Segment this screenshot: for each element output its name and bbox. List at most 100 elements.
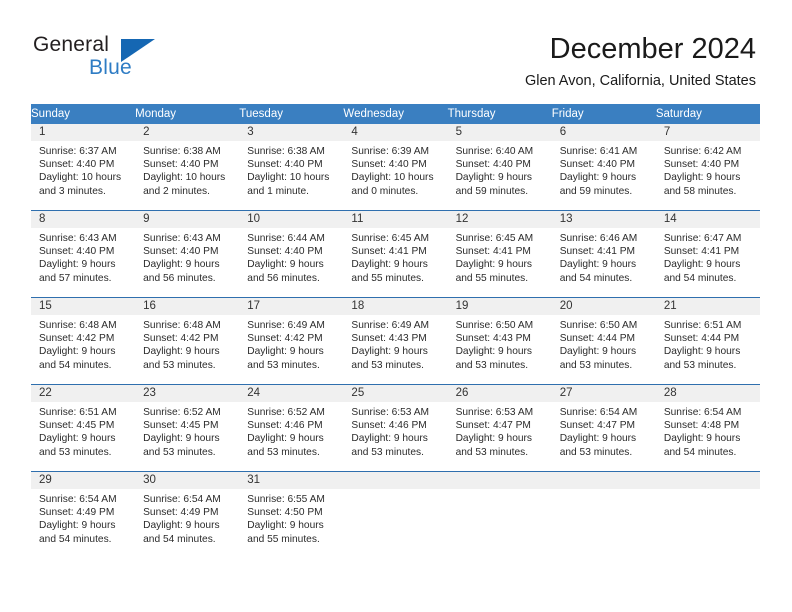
sunset-text: Sunset: 4:49 PM bbox=[143, 507, 219, 519]
day-cell[interactable]: 28 Sunrise: 6:54 AM Sunset: 4:48 PM Dayl… bbox=[655, 384, 760, 472]
day-cell[interactable]: 10 Sunrise: 6:44 AM Sunset: 4:40 PM Dayl… bbox=[239, 210, 344, 298]
daylight-text-line2: and 58 minutes. bbox=[663, 185, 737, 197]
day-cell[interactable]: 23 Sunrise: 6:52 AM Sunset: 4:45 PM Dayl… bbox=[135, 384, 240, 472]
day-cell[interactable]: 18 Sunrise: 6:49 AM Sunset: 4:43 PM Dayl… bbox=[343, 297, 448, 385]
day-cell[interactable]: 7 Sunrise: 6:42 AM Sunset: 4:40 PM Dayli… bbox=[655, 124, 760, 211]
day-cell[interactable]: 2 Sunrise: 6:38 AM Sunset: 4:40 PM Dayli… bbox=[135, 124, 240, 211]
week-row: 29 Sunrise: 6:54 AM Sunset: 4:49 PM Dayl… bbox=[31, 471, 760, 558]
day-cell[interactable]: 29 Sunrise: 6:54 AM Sunset: 4:49 PM Dayl… bbox=[31, 471, 136, 558]
sunset-text: Sunset: 4:40 PM bbox=[143, 246, 219, 258]
day-details: Sunrise: 6:54 AM Sunset: 4:47 PM Dayligh… bbox=[552, 402, 656, 459]
daylight-text-line2: and 53 minutes. bbox=[351, 446, 424, 458]
sunrise-text: Sunrise: 6:43 AM bbox=[39, 233, 117, 244]
sunrise-text: Sunrise: 6:42 AM bbox=[663, 146, 742, 157]
day-details: Sunrise: 6:50 AM Sunset: 4:43 PM Dayligh… bbox=[448, 315, 552, 372]
day-cell[interactable]: 24 Sunrise: 6:52 AM Sunset: 4:46 PM Dayl… bbox=[239, 384, 344, 472]
sunrise-text: Sunrise: 6:46 AM bbox=[559, 233, 638, 244]
daylight-text-line2: and 53 minutes. bbox=[143, 359, 216, 371]
page-subtitle: Glen Avon, California, United States bbox=[524, 73, 756, 89]
calendar-body: 1 Sunrise: 6:37 AM Sunset: 4:40 PM Dayli… bbox=[31, 124, 760, 558]
day-cell[interactable]: 11 Sunrise: 6:45 AM Sunset: 4:41 PM Dayl… bbox=[343, 210, 448, 298]
sunset-text: Sunset: 4:46 PM bbox=[247, 420, 323, 432]
day-cell[interactable]: 8 Sunrise: 6:43 AM Sunset: 4:40 PM Dayli… bbox=[31, 210, 136, 298]
day-cell[interactable]: 13 Sunrise: 6:46 AM Sunset: 4:41 PM Dayl… bbox=[551, 210, 656, 298]
day-number: 24 bbox=[239, 385, 344, 402]
daylight-text-line2: and 54 minutes. bbox=[663, 272, 737, 284]
sunset-text: Sunset: 4:49 PM bbox=[39, 507, 115, 519]
day-cell[interactable]: 26 Sunrise: 6:53 AM Sunset: 4:47 PM Dayl… bbox=[447, 384, 552, 472]
daylight-text-line2: and 53 minutes. bbox=[559, 446, 633, 458]
daylight-text-line2: and 1 minute. bbox=[247, 185, 310, 197]
sunset-text: Sunset: 4:41 PM bbox=[559, 246, 636, 258]
day-cell[interactable]: 15 Sunrise: 6:48 AM Sunset: 4:42 PM Dayl… bbox=[31, 297, 136, 385]
day-number: 28 bbox=[655, 385, 760, 402]
day-number: 11 bbox=[343, 211, 448, 228]
daylight-text-line1: Daylight: 9 hours bbox=[663, 346, 741, 358]
day-cell[interactable]: 16 Sunrise: 6:48 AM Sunset: 4:42 PM Dayl… bbox=[135, 297, 240, 385]
day-cell[interactable]: 27 Sunrise: 6:54 AM Sunset: 4:47 PM Dayl… bbox=[551, 384, 656, 472]
day-number: 2 bbox=[135, 124, 240, 141]
daylight-text-line1: Daylight: 9 hours bbox=[39, 346, 116, 358]
daylight-text-line2: and 59 minutes. bbox=[455, 185, 529, 197]
day-cell[interactable]: 17 Sunrise: 6:49 AM Sunset: 4:42 PM Dayl… bbox=[239, 297, 344, 385]
day-cell[interactable]: 22 Sunrise: 6:51 AM Sunset: 4:45 PM Dayl… bbox=[31, 384, 136, 472]
daylight-text-line2: and 53 minutes. bbox=[39, 446, 112, 458]
sunset-text: Sunset: 4:40 PM bbox=[559, 159, 636, 171]
day-cell[interactable]: 4 Sunrise: 6:39 AM Sunset: 4:40 PM Dayli… bbox=[343, 124, 448, 211]
day-cell[interactable]: 21 Sunrise: 6:51 AM Sunset: 4:44 PM Dayl… bbox=[655, 297, 760, 385]
daylight-text-line1: Daylight: 9 hours bbox=[143, 520, 220, 532]
day-cell[interactable]: 30 Sunrise: 6:54 AM Sunset: 4:49 PM Dayl… bbox=[135, 471, 240, 558]
sunset-text: Sunset: 4:40 PM bbox=[663, 159, 740, 171]
day-cell[interactable]: 12 Sunrise: 6:45 AM Sunset: 4:41 PM Dayl… bbox=[447, 210, 552, 298]
week-row: 15 Sunrise: 6:48 AM Sunset: 4:42 PM Dayl… bbox=[31, 297, 760, 385]
day-details: Sunrise: 6:48 AM Sunset: 4:42 PM Dayligh… bbox=[135, 315, 239, 372]
day-number: 22 bbox=[31, 385, 136, 402]
daylight-text-line2: and 54 minutes. bbox=[39, 533, 112, 545]
day-details: Sunrise: 6:51 AM Sunset: 4:44 PM Dayligh… bbox=[656, 315, 760, 372]
day-cell[interactable]: 31 Sunrise: 6:55 AM Sunset: 4:50 PM Dayl… bbox=[239, 471, 344, 558]
day-cell[interactable]: 25 Sunrise: 6:53 AM Sunset: 4:46 PM Dayl… bbox=[343, 384, 448, 472]
daylight-text-line2: and 2 minutes. bbox=[143, 185, 210, 197]
day-cell[interactable]: 14 Sunrise: 6:47 AM Sunset: 4:41 PM Dayl… bbox=[655, 210, 760, 298]
daylight-text-line1: Daylight: 9 hours bbox=[455, 172, 533, 184]
sunset-text: Sunset: 4:41 PM bbox=[663, 246, 740, 258]
sunrise-text: Sunrise: 6:38 AM bbox=[143, 146, 221, 157]
sunset-text: Sunset: 4:40 PM bbox=[39, 246, 115, 258]
daylight-text-line2: and 53 minutes. bbox=[143, 446, 216, 458]
daylight-text-line2: and 53 minutes. bbox=[247, 359, 320, 371]
sunrise-text: Sunrise: 6:52 AM bbox=[143, 407, 221, 418]
day-cell[interactable]: 9 Sunrise: 6:43 AM Sunset: 4:40 PM Dayli… bbox=[135, 210, 240, 298]
day-cell[interactable]: 3 Sunrise: 6:38 AM Sunset: 4:40 PM Dayli… bbox=[239, 124, 344, 211]
daylight-text-line1: Daylight: 9 hours bbox=[39, 433, 116, 445]
daylight-text-line2: and 57 minutes. bbox=[39, 272, 112, 284]
sunrise-text: Sunrise: 6:52 AM bbox=[247, 407, 325, 418]
day-cell[interactable]: 20 Sunrise: 6:50 AM Sunset: 4:44 PM Dayl… bbox=[551, 297, 656, 385]
sunset-text: Sunset: 4:46 PM bbox=[351, 420, 427, 432]
sunrise-text: Sunrise: 6:48 AM bbox=[39, 320, 117, 331]
daylight-text-line2: and 53 minutes. bbox=[351, 359, 424, 371]
day-cell-empty bbox=[655, 471, 760, 558]
daylight-text-line1: Daylight: 9 hours bbox=[559, 346, 637, 358]
day-details: Sunrise: 6:54 AM Sunset: 4:48 PM Dayligh… bbox=[656, 402, 760, 459]
daylight-text-line1: Daylight: 9 hours bbox=[247, 259, 324, 271]
daylight-text-line2: and 53 minutes. bbox=[455, 359, 529, 371]
sunrise-text: Sunrise: 6:39 AM bbox=[351, 146, 430, 157]
daylight-text-line1: Daylight: 9 hours bbox=[351, 259, 428, 271]
day-number: 5 bbox=[447, 124, 552, 141]
daylight-text-line1: Daylight: 9 hours bbox=[351, 346, 428, 358]
day-cell[interactable]: 5 Sunrise: 6:40 AM Sunset: 4:40 PM Dayli… bbox=[447, 124, 552, 211]
sunset-text: Sunset: 4:44 PM bbox=[559, 333, 636, 345]
general-blue-logo[interactable]: General Blue bbox=[33, 33, 183, 85]
day-number: 12 bbox=[447, 211, 552, 228]
daylight-text-line2: and 54 minutes. bbox=[39, 359, 112, 371]
day-cell[interactable]: 19 Sunrise: 6:50 AM Sunset: 4:43 PM Dayl… bbox=[447, 297, 552, 385]
day-cell[interactable]: 1 Sunrise: 6:37 AM Sunset: 4:40 PM Dayli… bbox=[31, 124, 136, 211]
day-details: Sunrise: 6:37 AM Sunset: 4:40 PM Dayligh… bbox=[31, 141, 135, 198]
daylight-text-line2: and 53 minutes. bbox=[247, 446, 320, 458]
day-cell-empty bbox=[343, 471, 448, 558]
day-number: 29 bbox=[31, 472, 136, 489]
sunset-text: Sunset: 4:44 PM bbox=[663, 333, 740, 345]
calendar-page: General Blue December 2024 Glen Avon, Ca… bbox=[0, 0, 792, 612]
weekday-header-tuesday: Tuesday bbox=[239, 104, 344, 124]
day-cell[interactable]: 6 Sunrise: 6:41 AM Sunset: 4:40 PM Dayli… bbox=[551, 124, 656, 211]
